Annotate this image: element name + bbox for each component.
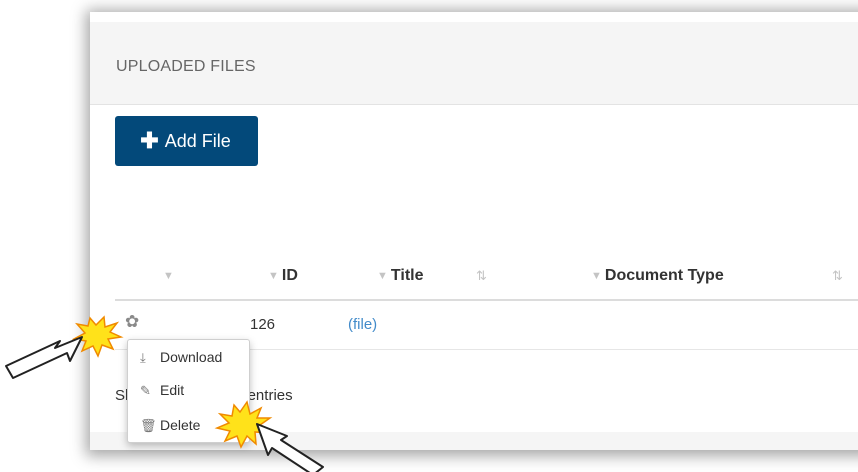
annotation-overlay	[5, 315, 324, 472]
arrow-to-delete	[256, 423, 324, 472]
arrow-to-gear	[5, 336, 83, 379]
